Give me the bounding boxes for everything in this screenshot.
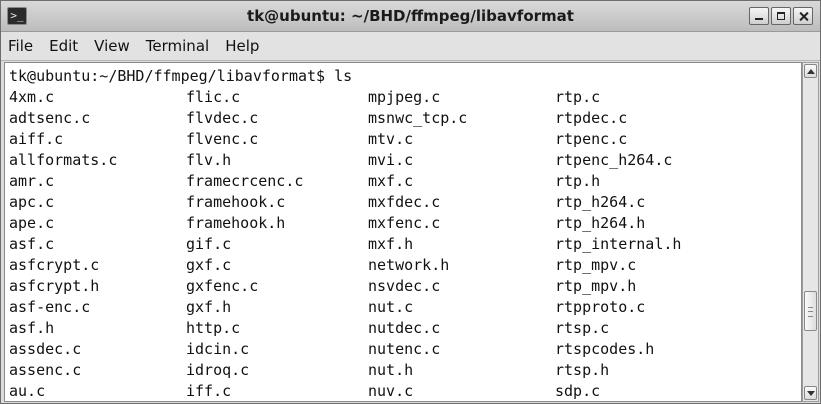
terminal-output[interactable]: tk@ubuntu:~/BHD/ffmpeg/libavformat$ ls 4… bbox=[4, 62, 802, 402]
file-name: rtp_h264.h bbox=[555, 214, 646, 232]
file-name: gxf.c bbox=[186, 256, 232, 274]
file-name: allformats.c bbox=[9, 151, 118, 169]
file-name: apc.c bbox=[9, 193, 55, 211]
file-name: flic.c bbox=[186, 88, 241, 106]
file-name: rtp.c bbox=[555, 88, 601, 106]
file-name: network.h bbox=[368, 256, 450, 274]
file-name: msnwc_tcp.c bbox=[368, 109, 468, 127]
file-name: rtpenc_h264.c bbox=[555, 151, 673, 169]
file-name: rtp.h bbox=[555, 172, 601, 190]
file-name: asfcrypt.c bbox=[9, 256, 100, 274]
file-name: rtpenc.c bbox=[555, 130, 628, 148]
file-name: mxf.h bbox=[368, 235, 414, 253]
file-name: idcin.c bbox=[186, 340, 250, 358]
file-name: iff.c bbox=[186, 382, 232, 400]
maximize-icon bbox=[772, 8, 790, 24]
menu-view[interactable]: View bbox=[86, 37, 138, 55]
file-name: rtsp.c bbox=[555, 319, 610, 337]
file-name: asf.c bbox=[9, 235, 55, 253]
file-name: aiff.c bbox=[9, 130, 64, 148]
file-name: framehook.c bbox=[186, 193, 286, 211]
menu-edit[interactable]: Edit bbox=[41, 37, 86, 55]
file-name: mpjpeg.c bbox=[368, 88, 441, 106]
scroll-down-arrow-icon[interactable] bbox=[804, 386, 817, 400]
file-name: 4xm.c bbox=[9, 88, 55, 106]
vertical-scrollbar[interactable] bbox=[802, 62, 819, 402]
file-name: nsvdec.c bbox=[368, 277, 441, 295]
file-name: framehook.h bbox=[186, 214, 286, 232]
file-name: gxf.h bbox=[186, 298, 232, 316]
prompt-line: tk@ubuntu:~/BHD/ffmpeg/libavformat$ ls bbox=[9, 67, 353, 85]
file-name: mvi.c bbox=[368, 151, 414, 169]
file-name: ape.c bbox=[9, 214, 55, 232]
file-name: flv.h bbox=[186, 151, 232, 169]
file-name: au.c bbox=[9, 382, 46, 400]
minimize-icon bbox=[750, 8, 768, 24]
file-name: rtp_mpv.c bbox=[555, 256, 637, 274]
file-name: rtpdec.c bbox=[555, 109, 628, 127]
file-name: nutenc.c bbox=[368, 340, 441, 358]
file-name: mxf.c bbox=[368, 172, 414, 190]
menu-file[interactable]: File bbox=[1, 37, 41, 55]
file-name: asf.h bbox=[9, 319, 55, 337]
file-name: nuv.c bbox=[368, 382, 414, 400]
file-name: rtsp.h bbox=[555, 361, 610, 379]
maximize-button[interactable] bbox=[771, 7, 791, 25]
window-title: tk@ubuntu: ~/BHD/ffmpeg/libavformat bbox=[247, 7, 574, 25]
file-name: http.c bbox=[186, 319, 241, 337]
file-name: rtp_h264.c bbox=[555, 193, 646, 211]
file-name: gif.c bbox=[186, 235, 232, 253]
file-name: framecrcenc.c bbox=[186, 172, 304, 190]
menu-help[interactable]: Help bbox=[217, 37, 267, 55]
close-icon bbox=[794, 8, 812, 24]
file-name: nut.c bbox=[368, 298, 414, 316]
file-name: idroq.c bbox=[186, 361, 250, 379]
scroll-up-arrow-icon[interactable] bbox=[804, 64, 817, 78]
window-controls bbox=[749, 7, 813, 25]
file-name: sdp.c bbox=[555, 382, 601, 400]
grip-icon bbox=[808, 307, 813, 317]
file-name: assdec.c bbox=[9, 340, 82, 358]
scrollbar-thumb[interactable] bbox=[804, 291, 817, 331]
file-name: amr.c bbox=[9, 172, 55, 190]
file-name: mxfdec.c bbox=[368, 193, 441, 211]
file-name: nutdec.c bbox=[368, 319, 441, 337]
file-name: adtsenc.c bbox=[9, 109, 91, 127]
file-name: rtp_internal.h bbox=[555, 235, 682, 253]
title-bar[interactable]: >_ tk@ubuntu: ~/BHD/ffmpeg/libavformat bbox=[1, 1, 820, 32]
menu-terminal[interactable]: Terminal bbox=[138, 37, 217, 55]
file-name: rtp_mpv.h bbox=[555, 277, 637, 295]
file-name: asfcrypt.h bbox=[9, 277, 100, 295]
file-name: nut.h bbox=[368, 361, 414, 379]
menu-bar: File Edit View Terminal Help bbox=[1, 32, 820, 61]
file-name: flvenc.c bbox=[186, 130, 259, 148]
file-name: rtspcodes.h bbox=[555, 340, 655, 358]
file-name: assenc.c bbox=[9, 361, 82, 379]
close-button[interactable] bbox=[793, 7, 813, 25]
file-name: mxfenc.c bbox=[368, 214, 441, 232]
minimize-button[interactable] bbox=[749, 7, 769, 25]
terminal-window: >_ tk@ubuntu: ~/BHD/ffmpeg/libavformat F… bbox=[0, 0, 821, 404]
file-name: gxfenc.c bbox=[186, 277, 259, 295]
file-name: asf-enc.c bbox=[9, 298, 91, 316]
file-name: mtv.c bbox=[368, 130, 414, 148]
file-name: flvdec.c bbox=[186, 109, 259, 127]
file-name: rtpproto.c bbox=[555, 298, 646, 316]
